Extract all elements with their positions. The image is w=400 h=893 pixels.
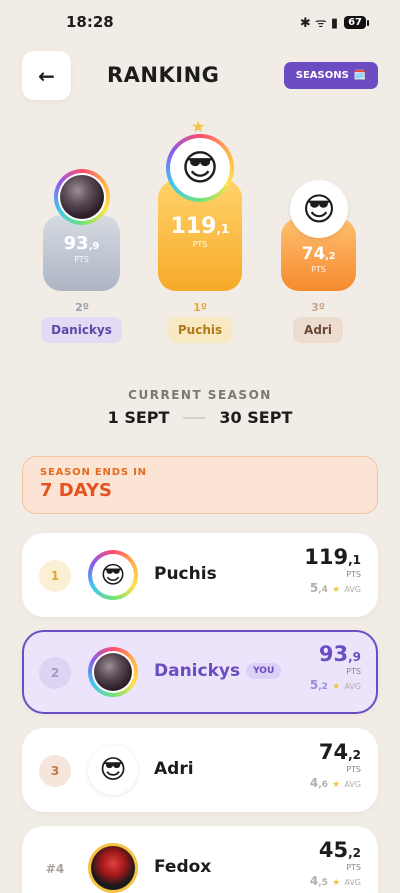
star-icon: ★: [332, 682, 341, 692]
podium-first-place: 1º: [193, 301, 207, 314]
row-player-name: Fedox: [154, 857, 212, 877]
podium-second-pts: PTS: [74, 255, 89, 264]
season-ends-label: SEASON ENDS IN: [40, 467, 147, 478]
row-player-name: Danickys YOU: [154, 661, 282, 681]
seasons-button[interactable]: SEASONS 🗓️: [284, 62, 378, 89]
sunglasses-emoji-icon: 😎: [302, 190, 336, 228]
podium-first-pts: PTS: [192, 240, 208, 249]
ranking-row[interactable]: 3 😎 Adri 74,2 PTS 4,6 ★ AVG: [22, 728, 378, 812]
podium-pillar-second: 93,9 PTS: [43, 215, 120, 291]
calendar-icon: 🗓️: [353, 70, 367, 81]
row-avatar: 😎: [88, 745, 138, 795]
ranking-row[interactable]: #4 Fedox 45,2 PTS 4,5 ★ AVG: [22, 826, 378, 893]
row-player-name: Adri: [154, 759, 194, 779]
season-start: 1 SEPT: [107, 408, 170, 427]
row-score: 45,2 PTS 4,5 ★ AVG: [309, 838, 361, 889]
sunglasses-emoji-icon: 😎: [181, 147, 219, 189]
seasons-button-label: SEASONS: [295, 70, 349, 81]
sunglasses-emoji-icon: 😎: [100, 561, 126, 589]
podium-second-score: 93,9: [63, 233, 100, 254]
season-separator: [183, 416, 206, 419]
podium-third-avatar[interactable]: 😎: [290, 180, 348, 238]
rank-position-badge: 2: [39, 657, 71, 689]
status-icons: ✱ ᯤ ▮ 67: [299, 13, 369, 31]
ranking-row[interactable]: 1 😎 Puchis 119,1 PTS 5,4 ★ AVG: [22, 533, 378, 617]
profile-photo-icon: [60, 175, 104, 219]
sunglasses-emoji-icon: 😎: [99, 755, 127, 785]
season-dates: 1 SEPT 30 SEPT: [0, 408, 400, 427]
season-ends-card: SEASON ENDS IN 7 DAYS: [22, 456, 378, 514]
battery-icon: 67: [344, 15, 369, 29]
status-icons-glyphs: ✱ ᯤ ▮: [299, 16, 339, 31]
season-end: 30 SEPT: [219, 408, 293, 427]
status-time: 18:28: [66, 13, 114, 31]
podium-second-avatar[interactable]: [54, 169, 110, 225]
status-bar: 18:28 ✱ ᯤ ▮ 67: [0, 0, 400, 44]
current-season-label: CURRENT SEASON: [128, 388, 272, 402]
back-button[interactable]: ←: [22, 51, 71, 100]
you-badge: YOU: [246, 663, 282, 679]
season-ends-value: 7 DAYS: [40, 480, 112, 501]
rank-position-badge: #4: [45, 862, 65, 876]
podium-first-name[interactable]: Puchis: [168, 317, 232, 343]
star-icon: ★: [332, 780, 341, 790]
podium-first-avatar[interactable]: 😎: [166, 134, 234, 202]
podium-third-place: 3º: [311, 301, 325, 314]
row-avatar: 😎: [88, 550, 138, 600]
row-avatar: [88, 843, 138, 893]
rank-position-badge: 3: [39, 755, 71, 787]
row-avatar: [88, 647, 138, 697]
ranking-row-current-user[interactable]: 2 Danickys YOU 93,9 PTS 5,2 ★ AVG: [22, 630, 378, 714]
row-player-name: Puchis: [154, 564, 217, 584]
star-icon: ★: [332, 585, 341, 595]
podium-second-name[interactable]: Danickys: [41, 317, 122, 343]
podium-second-place: 2º: [75, 301, 89, 314]
back-arrow-icon: ←: [38, 63, 55, 88]
star-icon: ★: [332, 878, 341, 888]
rank-position-badge: 1: [39, 560, 71, 592]
podium-third-name[interactable]: Adri: [293, 317, 343, 343]
page-title: RANKING: [107, 63, 220, 87]
row-score: 74,2 PTS 4,6 ★ AVG: [309, 740, 361, 791]
profile-photo-icon: [91, 846, 135, 890]
podium-first-score: 119,1: [170, 214, 230, 239]
row-score: 119,1 PTS 5,4 ★ AVG: [304, 545, 361, 596]
profile-photo-icon: [94, 653, 132, 691]
podium-third-score: 74,2: [301, 244, 336, 264]
row-score: 93,9 PTS 5,2 ★ AVG: [309, 642, 361, 693]
podium-third-pts: PTS: [311, 265, 326, 274]
